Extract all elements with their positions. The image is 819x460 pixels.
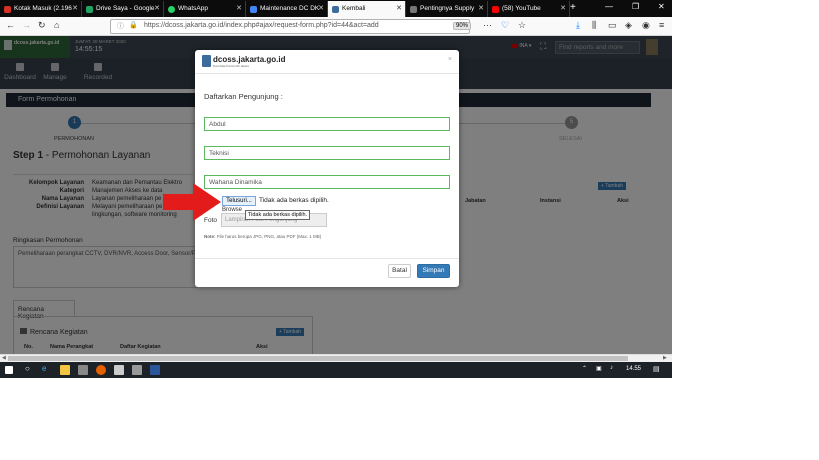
scroll-thumb[interactable] [8,356,628,361]
doc-icon [250,6,257,13]
close-tab-icon[interactable]: ✕ [236,1,242,17]
browser-nav-bar: ← → ↻ ⌂ ⓘ 🔒 https://dcoss.jakarta.go.id/… [0,17,672,36]
tab-gmail[interactable]: Kotak Masuk (2.196 ✕ [0,1,82,17]
taskbar-clock[interactable]: 14.55 [626,366,641,372]
restore-icon[interactable]: ❐ [632,2,639,11]
modal-title: Daftarkan Pengunjung : [204,92,283,101]
edge-icon[interactable]: e [42,364,46,373]
new-tab-icon[interactable]: + [570,2,576,13]
bookmark-icon[interactable]: ☆ [518,20,526,31]
cancel-button[interactable]: Batal [388,264,411,278]
firefox-icon[interactable] [96,365,106,375]
taskbar: ○ e ⌃ ▣ ♪ 14.55 ▤ [0,362,672,378]
zoom-badge[interactable]: 90% [453,22,472,30]
info-icon[interactable]: ⓘ [117,21,124,31]
url-text: https://dcoss.jakarta.go.id/index.php#aj… [144,22,379,29]
volume-icon[interactable]: ♪ [610,365,613,371]
word-icon[interactable] [150,365,160,375]
close-tab-icon[interactable]: ✕ [72,1,78,17]
position-field[interactable]: Teknisi [204,146,450,160]
tab-supply[interactable]: Pentingnya Supply ✕ [406,1,488,17]
minimize-icon[interactable]: — [605,2,613,11]
visitor-modal: dcoss.jakarta.go.id Pusat Data Provinsi … [195,50,459,287]
tab-whatsapp[interactable]: WhatsApp ✕ [164,1,246,17]
close-tab-icon[interactable]: ✕ [154,1,160,17]
whatsapp-icon [168,6,175,13]
red-arrow-annotation [163,183,221,221]
file-tooltip: Tidak ada berkas dipilih. [245,210,311,220]
horizontal-scrollbar[interactable]: ◀ ▶ [0,354,672,362]
modal-header: dcoss.jakarta.go.id Pusat Data Provinsi … [195,50,459,74]
forward-icon[interactable]: → [22,20,31,30]
file-status-text: Tidak ada berkas dipilih. [259,197,329,204]
account-icon[interactable]: ◉ [642,20,650,31]
app-icon[interactable] [132,365,142,375]
windows-start-icon[interactable] [5,366,13,374]
youtube-icon [492,6,499,13]
page-icon [410,6,417,13]
drive-icon [86,6,93,13]
tray-chevron-icon[interactable]: ⌃ [582,365,587,372]
back-icon[interactable]: ← [6,20,15,30]
scroll-left-icon[interactable]: ◀ [2,355,6,361]
file-browse-button[interactable]: Telusuri... [222,196,256,206]
close-tab-icon[interactable]: ✕ [396,1,402,17]
close-tab-icon[interactable]: ✕ [478,1,484,17]
scroll-right-icon[interactable]: ▶ [663,355,667,361]
more-icon[interactable]: ··· [483,20,492,30]
notification-icon[interactable]: ▤ [653,365,660,373]
app-icon[interactable] [114,365,124,375]
close-tab-icon[interactable]: ✕ [318,1,324,17]
modal-logo-title: dcoss.jakarta.go.id [213,55,286,64]
modal-footer-divider [195,258,459,259]
menu-icon[interactable]: ≡ [659,20,664,30]
download-icon[interactable]: ⤓ [576,20,580,31]
tab-drive[interactable]: Drive Saya - Google ✕ [82,1,164,17]
explorer-icon[interactable] [60,365,70,375]
close-tab-icon[interactable]: ✕ [560,1,566,17]
tab-youtube[interactable]: (58) YouTube ✕ [488,1,570,17]
store-icon[interactable] [78,365,88,375]
network-icon[interactable]: ▣ [596,365,602,372]
screen: Kotak Masuk (2.196 ✕ Drive Saya - Google ✕… [0,0,672,378]
jakarta-logo-icon [202,55,211,67]
name-field[interactable]: Abdul [204,117,450,131]
tab-maintenance[interactable]: Maintenance DC DK ✕ [246,1,328,17]
gmail-icon [4,6,11,13]
sidebar-icon[interactable]: ▭ [608,20,617,31]
save-button[interactable]: Simpan [417,264,450,278]
site-icon [332,6,339,13]
address-bar[interactable]: ⓘ 🔒 https://dcoss.jakarta.go.id/index.ph… [110,19,472,34]
close-window-icon[interactable]: ✕ [658,2,665,11]
pocket-icon[interactable]: ♡ [501,20,509,31]
reload-icon[interactable]: ↻ [38,20,46,31]
browser-tab-bar: Kotak Masuk (2.196 ✕ Drive Saya - Google ✕… [0,0,672,17]
company-field[interactable]: Wahana Dinamika [204,175,450,189]
close-icon[interactable]: × [448,56,452,63]
search-icon[interactable]: ○ [25,364,30,373]
tab-kembali[interactable]: Kembali ✕ [328,1,406,17]
modal-logo-subtitle: Pusat Data Provinsi DKI Jakarta [213,65,249,68]
lock-icon: 🔒 [129,22,138,29]
extension-icon[interactable]: ◈ [625,20,632,31]
home-icon[interactable]: ⌂ [54,20,59,30]
library-icon[interactable]: ⫼ [592,20,596,31]
file-note: Note: File harus berupa JPG, PNG, atau P… [204,234,322,239]
